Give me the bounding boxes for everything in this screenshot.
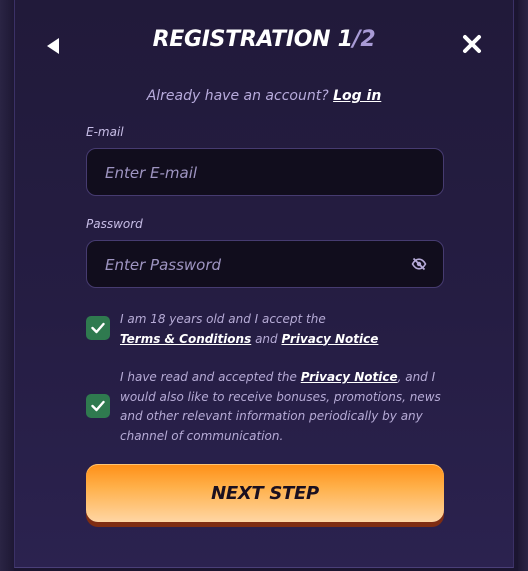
background-right-edge bbox=[518, 0, 528, 571]
next-step-button[interactable]: NEXT STEP bbox=[86, 464, 444, 522]
marketing-line1-suffix: , and I bbox=[397, 370, 436, 384]
close-button[interactable] bbox=[461, 33, 483, 55]
email-field[interactable] bbox=[103, 149, 407, 197]
terms-checkbox[interactable] bbox=[86, 316, 110, 340]
privacy-notice-link[interactable]: Privacy Notice bbox=[281, 332, 378, 346]
marketing-consent-text: I have read and accepted the Privacy Not… bbox=[120, 368, 441, 446]
marketing-line2: would also like to receive bonuses, prom… bbox=[120, 389, 441, 404]
email-label: E-mail bbox=[86, 125, 124, 139]
marketing-line1: I have read and accepted the Privacy Not… bbox=[120, 368, 441, 388]
terms-line1: I am 18 years old and I accept the bbox=[120, 312, 326, 326]
terms-line2: Terms & Conditions and Privacy Notice bbox=[120, 330, 378, 350]
consent-terms-row: I am 18 years old and I accept the Terms… bbox=[86, 310, 456, 350]
login-link[interactable]: Log in bbox=[333, 88, 381, 104]
registration-modal: REGISTRATION 1/2 Already have an account… bbox=[14, 0, 514, 568]
marketing-line4: channel of communication. bbox=[120, 428, 284, 443]
title-text: REGISTRATION 1 bbox=[152, 27, 353, 52]
password-field[interactable] bbox=[103, 241, 407, 289]
marketing-line3: and other relevant information periodica… bbox=[120, 409, 423, 423]
checkmark-icon bbox=[91, 322, 105, 334]
password-field-wrapper bbox=[86, 240, 444, 289]
login-prompt-text: Already have an account? bbox=[146, 88, 329, 104]
login-prompt: Already have an account? Log in bbox=[15, 88, 513, 104]
terms-conditions-link[interactable]: Terms & Conditions bbox=[120, 332, 251, 346]
terms-consent-text: I am 18 years old and I accept the Terms… bbox=[120, 310, 378, 349]
title-step-total: 2 bbox=[360, 27, 376, 52]
checkmark-icon bbox=[91, 400, 105, 412]
privacy-notice-link-2[interactable]: Privacy Notice bbox=[301, 370, 398, 384]
eye-off-icon[interactable] bbox=[411, 256, 427, 272]
terms-joiner: and bbox=[255, 331, 278, 346]
next-step-label: NEXT STEP bbox=[211, 482, 319, 504]
page-title: REGISTRATION 1/2 bbox=[15, 27, 513, 52]
close-icon bbox=[463, 35, 481, 53]
marketing-prefix: I have read and accepted the bbox=[120, 370, 297, 384]
consent-marketing-row: I have read and accepted the Privacy Not… bbox=[86, 368, 456, 448]
marketing-checkbox[interactable] bbox=[86, 394, 110, 418]
password-label: Password bbox=[86, 217, 143, 231]
background-left-edge bbox=[0, 0, 14, 571]
email-field-wrapper bbox=[86, 148, 444, 197]
